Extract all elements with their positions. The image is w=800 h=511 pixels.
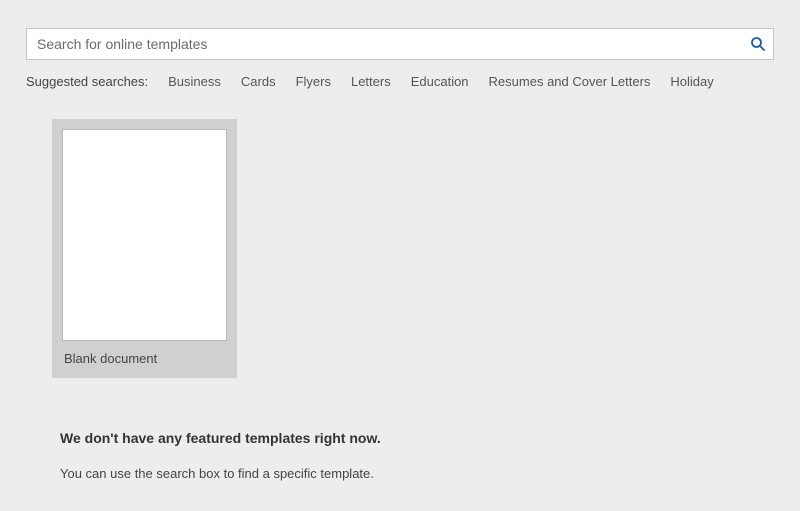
no-featured-message: We don't have any featured templates rig… [60,430,774,446]
template-preview-blank [62,129,227,341]
suggested-link-flyers[interactable]: Flyers [296,74,331,89]
suggested-link-resumes[interactable]: Resumes and Cover Letters [489,74,651,89]
search-hint-message: You can use the search box to find a spe… [60,466,774,481]
suggested-label: Suggested searches: [26,74,148,89]
suggested-link-holiday[interactable]: Holiday [670,74,713,89]
messages-area: We don't have any featured templates rig… [26,430,774,481]
suggested-link-letters[interactable]: Letters [351,74,391,89]
suggested-searches-row: Suggested searches: Business Cards Flyer… [26,74,774,89]
template-blank-document[interactable]: Blank document [52,119,237,378]
search-container [26,28,774,60]
template-label: Blank document [62,351,227,366]
suggested-link-cards[interactable]: Cards [241,74,276,89]
search-icon[interactable] [750,36,766,52]
template-search-input[interactable] [26,28,774,60]
suggested-link-education[interactable]: Education [411,74,469,89]
templates-area: Blank document [26,119,774,378]
suggested-link-business[interactable]: Business [168,74,221,89]
